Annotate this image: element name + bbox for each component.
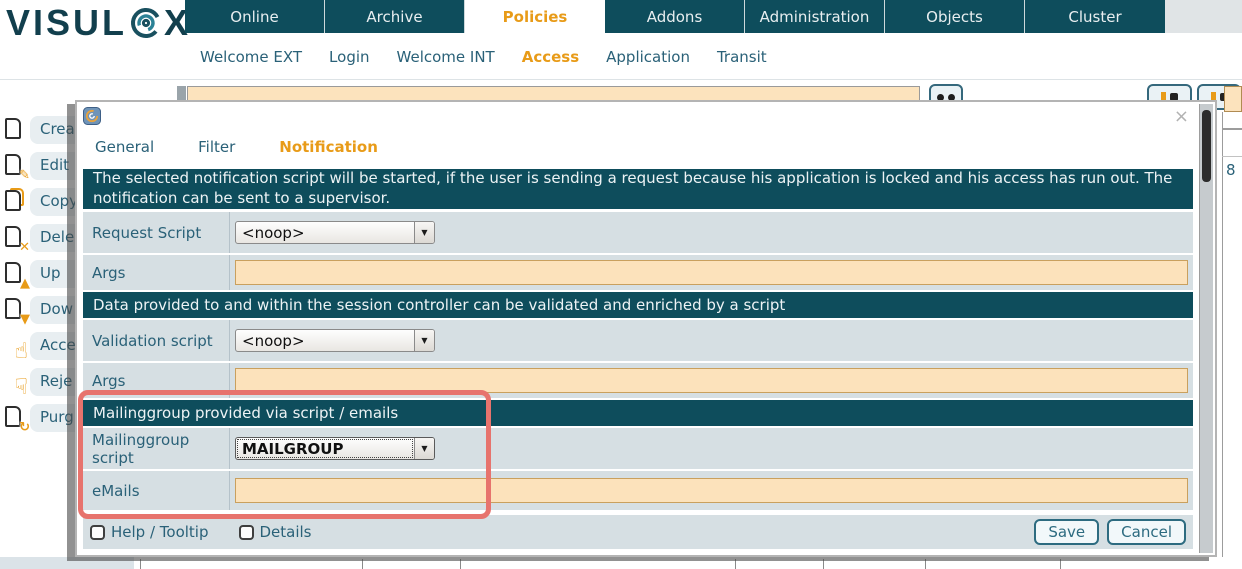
- validation-args-row: Args: [83, 363, 1193, 398]
- background-panel-fragment: [0, 557, 134, 569]
- emails-input[interactable]: [235, 478, 1188, 503]
- delete-icon: ✕: [2, 224, 28, 252]
- move-down-icon: ▼: [2, 296, 28, 324]
- dialog-tab-filter[interactable]: Filter: [198, 138, 235, 156]
- dialog-footer: Help / Tooltip Details Save Cancel: [83, 515, 1193, 549]
- validation-script-select[interactable]: <noop> ▼: [235, 329, 435, 352]
- subnav-item-access[interactable]: Access: [522, 48, 579, 66]
- validation-section-header: Data provided to and within the session …: [83, 292, 1193, 318]
- application-window: VISUL X OnlineArchivePoliciesAddonsAdmin…: [0, 0, 1242, 569]
- purge-icon: ↻: [2, 404, 28, 432]
- dropdown-arrow-icon[interactable]: ▼: [414, 222, 434, 243]
- nav-tab-administration[interactable]: Administration: [745, 0, 885, 33]
- background-column-line: [362, 559, 363, 569]
- background-column-line: [140, 559, 141, 569]
- dropdown-arrow-icon[interactable]: ▼: [414, 438, 434, 459]
- background-column-line: [1060, 559, 1061, 569]
- notification-description: The selected notification script will be…: [83, 169, 1193, 209]
- dialog-spiral-icon: [83, 107, 101, 125]
- details-label: Details: [260, 523, 312, 541]
- validation-script-label: Validation script: [83, 320, 230, 361]
- subnav-item-welcome-int[interactable]: Welcome INT: [397, 48, 495, 66]
- emails-label: eMails: [83, 471, 230, 510]
- validation-args-input[interactable]: [235, 368, 1188, 393]
- details-checkbox[interactable]: [239, 525, 254, 540]
- help-tooltip-checkbox[interactable]: [90, 525, 105, 540]
- copy-icon: [2, 188, 28, 216]
- dialog-scrollbar[interactable]: [1199, 104, 1213, 553]
- request-args-row: Args: [83, 255, 1193, 290]
- background-table-border: [1222, 128, 1242, 130]
- background-column-line: [925, 559, 926, 569]
- accept-icon: ☝: [2, 332, 28, 360]
- cancel-button[interactable]: Cancel: [1107, 519, 1186, 545]
- mailinggroup-script-label: Mailinggroup script: [83, 428, 230, 469]
- subnav-item-welcome-ext[interactable]: Welcome EXT: [200, 48, 302, 66]
- nav-tab-cluster[interactable]: Cluster: [1025, 0, 1165, 33]
- dropdown-arrow-icon[interactable]: ▼: [414, 330, 434, 351]
- dialog-tabs: General Filter Notification: [83, 130, 1193, 163]
- sub-nav: Welcome EXT Login Welcome INT Access Applica…: [200, 48, 767, 66]
- nav-tab-policies[interactable]: Policies: [465, 0, 605, 33]
- save-button[interactable]: Save: [1034, 519, 1099, 545]
- request-script-label: Request Script: [83, 212, 230, 253]
- background-filter-cell: [1224, 86, 1242, 112]
- create-document-icon: [2, 116, 28, 144]
- subnav-item-login[interactable]: Login: [329, 48, 369, 66]
- nav-tab-online[interactable]: Online: [185, 0, 325, 33]
- background-column-line: [735, 559, 736, 569]
- mailinggroup-section-header: Mailinggroup provided via script / email…: [83, 400, 1193, 426]
- background-column-line: [823, 559, 824, 569]
- dialog-title-row: [83, 104, 1193, 130]
- edit-icon: ✎: [2, 152, 28, 180]
- help-tooltip-label: Help / Tooltip: [111, 523, 209, 541]
- emails-row: eMails: [83, 471, 1193, 510]
- mailinggroup-script-select[interactable]: MAILGROUP ▼: [235, 437, 435, 460]
- reject-icon: ☟: [2, 368, 28, 396]
- dialog-tab-notification[interactable]: Notification: [279, 138, 378, 156]
- dialog-tab-general[interactable]: General: [95, 138, 154, 156]
- logo-spiral-icon: [129, 6, 163, 40]
- subnav-item-transit[interactable]: Transit: [717, 48, 767, 66]
- request-script-row: Request Script <noop> ▼: [83, 212, 1193, 253]
- validation-script-row: Validation script <noop> ▼: [83, 320, 1193, 361]
- validation-args-label: Args: [83, 363, 230, 398]
- scrollbar-thumb[interactable]: [1202, 110, 1211, 182]
- main-nav: OnlineArchivePoliciesAddonsAdministratio…: [185, 0, 1165, 33]
- background-table-border: [1222, 156, 1242, 157]
- header-divider: [0, 79, 1242, 80]
- nav-end-filler: [1165, 0, 1242, 33]
- visulox-logo: VISUL X: [6, 2, 191, 44]
- background-table-cell: 8: [1226, 161, 1236, 179]
- request-args-input[interactable]: [235, 260, 1188, 285]
- nav-tab-addons[interactable]: Addons: [605, 0, 745, 33]
- nav-tab-archive[interactable]: Archive: [325, 0, 465, 33]
- request-args-label: Args: [83, 255, 230, 290]
- close-icon[interactable]: ×: [1174, 108, 1189, 126]
- request-script-select[interactable]: <noop> ▼: [235, 221, 435, 244]
- dialog-content: General Filter Notification The selected n…: [83, 104, 1193, 553]
- logo-text-pre: VISUL: [6, 2, 127, 44]
- move-up-icon: ▲: [2, 260, 28, 288]
- subnav-item-application[interactable]: Application: [606, 48, 690, 66]
- mailinggroup-script-row: Mailinggroup script MAILGROUP ▼: [83, 428, 1193, 469]
- policy-edit-dialog: General Filter Notification The selected n…: [75, 100, 1217, 557]
- background-column-line: [460, 559, 461, 569]
- nav-tab-objects[interactable]: Objects: [885, 0, 1025, 33]
